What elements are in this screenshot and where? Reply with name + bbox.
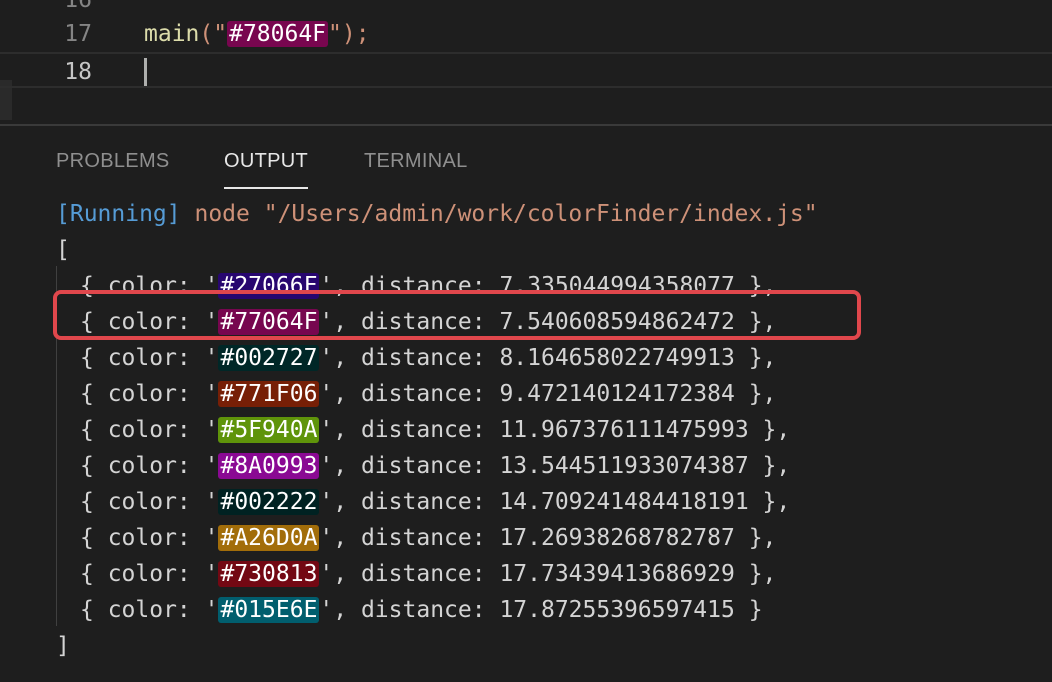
result-row: { color: '#5F940A', distance: 11.9673761…: [80, 417, 791, 443]
distance-value: 9.472140124172384: [499, 381, 735, 407]
distance-value: 8.164658022749913: [499, 345, 735, 371]
row-end: },: [734, 561, 777, 587]
color-swatch: #771F06: [218, 381, 320, 407]
color-swatch: #730813: [218, 561, 320, 587]
close-bracket: ]: [56, 633, 70, 659]
tab-terminal[interactable]: TERMINAL: [364, 150, 468, 187]
panel-tabs: PROBLEMS OUTPUT TERMINAL: [0, 126, 1052, 196]
result-row: { color: '#015E6E', distance: 17.8725539…: [80, 597, 763, 623]
color-swatch: #8A0993: [218, 453, 320, 479]
result-row: { color: '#002727', distance: 8.16465802…: [80, 345, 777, 371]
function-name: main: [144, 21, 200, 47]
line-number: 17: [64, 21, 92, 47]
string-close: ");: [328, 21, 370, 47]
row-end: },: [734, 381, 777, 407]
result-row: { color: '#8A0993', distance: 13.5445119…: [80, 453, 791, 479]
row-end: },: [734, 345, 777, 371]
distance-value: 17.87255396597415: [499, 597, 735, 623]
tab-output[interactable]: OUTPUT: [224, 150, 309, 189]
row-end: },: [734, 525, 777, 551]
distance-value: 17.26938268782787: [499, 525, 735, 551]
code-editor[interactable]: 16 17 main("#78064F"); 18: [0, 0, 1052, 120]
tab-problems[interactable]: PROBLEMS: [56, 150, 170, 187]
row-end: },: [748, 417, 791, 443]
color-swatch: #002222: [218, 489, 320, 515]
distance-value: 17.73439413686929: [499, 561, 735, 587]
distance-value: 13.544511933074387: [499, 453, 749, 479]
text-cursor: [144, 58, 147, 86]
color-string-swatch: #78064F: [227, 21, 329, 47]
line-number: 18: [64, 59, 92, 85]
result-row: { color: '#730813', distance: 17.7343941…: [80, 561, 777, 587]
run-command: node "/Users/admin/work/colorFinder/inde…: [194, 201, 818, 227]
open-bracket: [: [56, 237, 70, 263]
code-content: main("#78064F");: [144, 16, 370, 52]
row-end: },: [748, 489, 791, 515]
editor-line[interactable]: 17 main("#78064F");: [0, 16, 1052, 52]
result-row: { color: '#002222', distance: 14.7092414…: [80, 489, 791, 515]
editor-current-line[interactable]: 18: [0, 52, 1052, 88]
row-end: },: [748, 453, 791, 479]
color-swatch: #002727: [218, 345, 320, 371]
result-row: { color: '#771F06', distance: 9.47214012…: [80, 381, 777, 407]
distance-value: 14.709241484418191: [499, 489, 749, 515]
string-open: (": [199, 21, 228, 47]
bottom-panel: PROBLEMS OUTPUT TERMINAL [Running] node …: [0, 124, 1052, 682]
color-swatch: #5F940A: [218, 417, 320, 443]
distance-value: 11.967376111475993: [499, 417, 749, 443]
running-tag: [Running]: [56, 201, 181, 227]
color-swatch: #A26D0A: [218, 525, 320, 551]
run-command-line: [Running] node "/Users/admin/work/colorF…: [56, 196, 818, 232]
highlight-annotation: [53, 290, 861, 340]
color-swatch: #015E6E: [218, 597, 320, 623]
row-end: }: [734, 597, 763, 623]
result-row: { color: '#A26D0A', distance: 17.2693826…: [80, 525, 777, 551]
